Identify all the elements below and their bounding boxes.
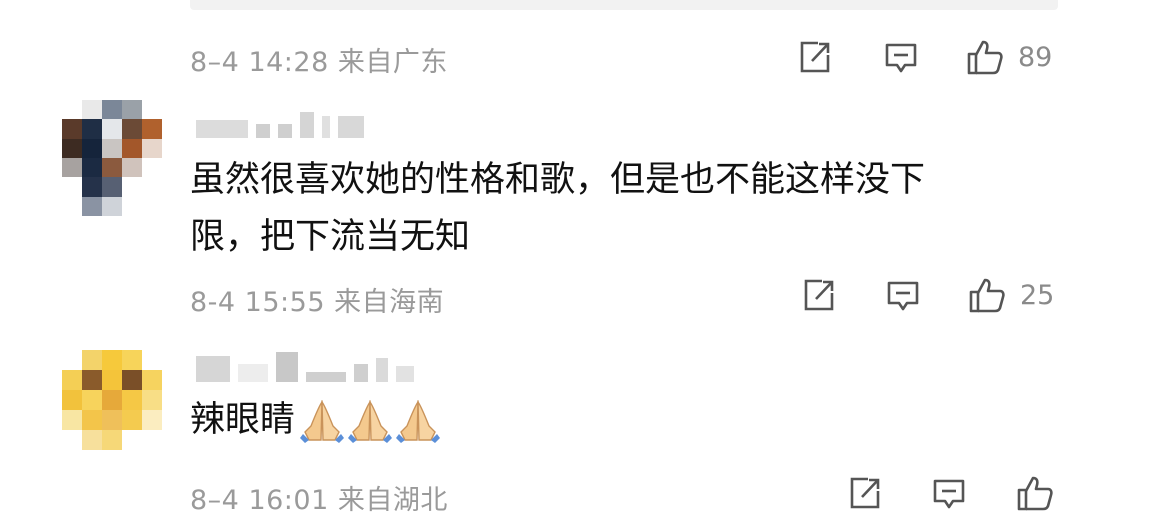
comment-2-text-line-2: 限，把下流当无知 <box>190 217 471 257</box>
share-icon <box>850 477 880 509</box>
comment-3-avatar[interactable] <box>62 350 162 450</box>
comment-3-reply-button[interactable] <box>932 478 966 510</box>
comment-3-text: 辣眼睛 <box>190 392 441 449</box>
folded-hands-emoji-group <box>299 398 441 444</box>
thumbs-up-icon <box>969 278 1005 313</box>
comment-1-share-button[interactable] <box>798 40 832 74</box>
comment-3-meta: 8–4 16:01 来自湖北 <box>190 485 448 516</box>
comment-2-like-button[interactable]: 25 <box>968 276 1054 314</box>
comment-1-like-count: 89 <box>1018 41 1053 73</box>
comment-2-username-redacted[interactable] <box>196 112 364 138</box>
comment-2-like-count: 25 <box>1020 279 1055 311</box>
folded-hands-icon <box>396 399 441 443</box>
comment-2-avatar[interactable] <box>62 100 162 216</box>
comment-3-share-button[interactable] <box>848 476 882 510</box>
comment-2-text: 虽然很喜欢她的性格和歌，但是也不能这样没下 限，把下流当无知 <box>190 152 925 266</box>
share-icon <box>804 279 834 311</box>
comment-icon <box>885 43 917 73</box>
comment-icon <box>887 281 919 311</box>
comment-2-share-button[interactable] <box>802 278 836 312</box>
previous-comment-edge <box>190 0 1058 10</box>
comment-3-username-redacted[interactable] <box>196 352 414 382</box>
comment-2-text-line-1: 虽然很喜欢她的性格和歌，但是也不能这样没下 <box>190 160 926 200</box>
comment-icon <box>933 479 965 509</box>
comment-3-text-body: 辣眼睛 <box>190 400 296 440</box>
folded-hands-icon <box>300 399 345 443</box>
comment-3-like-button[interactable] <box>1016 474 1068 512</box>
thumbs-up-icon <box>1017 476 1053 511</box>
share-icon <box>800 41 830 73</box>
thumbs-up-icon <box>967 40 1003 75</box>
comment-1-like-button[interactable]: 89 <box>966 38 1052 76</box>
comment-2-meta: 8-4 15:55 来自海南 <box>190 287 445 318</box>
comment-1-meta: 8–4 14:28 来自广东 <box>190 47 448 78</box>
comment-1-reply-button[interactable] <box>884 42 918 74</box>
folded-hands-icon <box>348 399 393 443</box>
comment-2-reply-button[interactable] <box>886 280 920 312</box>
